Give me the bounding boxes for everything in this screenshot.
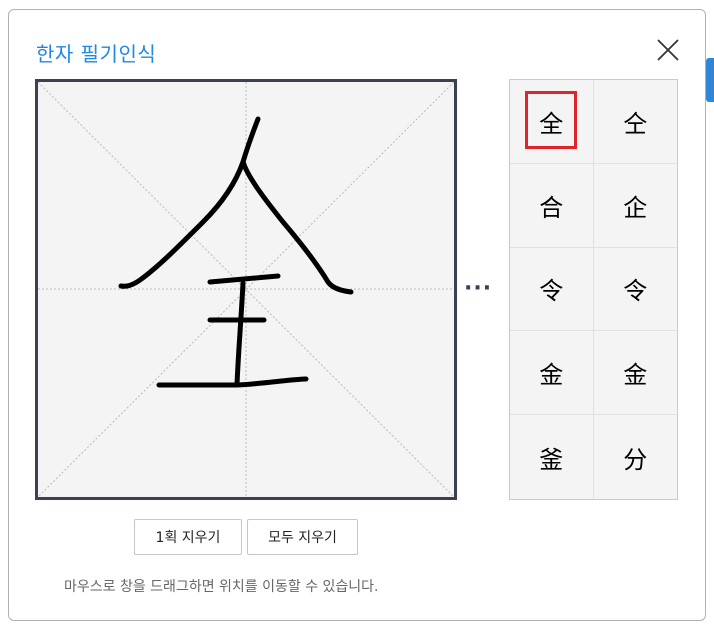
candidate-cell[interactable]: 合	[510, 163, 594, 248]
candidate-cell[interactable]: 全	[510, 80, 594, 164]
candidate-cell[interactable]: 令	[510, 247, 594, 332]
candidate-cell[interactable]: 仝	[593, 80, 677, 164]
drag-hint-text: 마우스로 창을 드래그하면 위치를 이동할 수 있습니다.	[64, 579, 379, 595]
side-tab[interactable]	[706, 58, 714, 102]
candidate-cell[interactable]: 釜	[510, 415, 594, 499]
candidate-char: 金	[623, 361, 648, 390]
candidate-char: 釜	[539, 445, 564, 474]
candidate-char: 令	[623, 277, 648, 306]
candidate-cell[interactable]: 企	[593, 164, 677, 248]
candidate-cell[interactable]: 分	[594, 415, 678, 499]
handwritten-strokes	[118, 116, 354, 388]
candidate-cell[interactable]: 令	[593, 248, 677, 332]
candidate-char: 令	[539, 277, 564, 306]
candidate-char: 金	[539, 361, 564, 390]
candidate-cell[interactable]: 金	[593, 331, 677, 416]
candidate-char: 企	[623, 193, 648, 222]
selection-highlight	[525, 91, 577, 149]
undo-stroke-button[interactable]: 1획 지우기	[134, 519, 242, 555]
candidate-char: 分	[623, 445, 648, 474]
dialog-title: 한자 필기인식	[36, 42, 157, 66]
candidate-grid: 全 仝 合 企 令 令 金 金 釜 分	[509, 79, 678, 500]
candidate-char: 合	[539, 193, 564, 222]
candidate-cell[interactable]: 金	[510, 331, 594, 416]
guide-lines	[38, 82, 454, 497]
clear-all-button[interactable]: 모두 지우기	[247, 519, 358, 555]
drawing-canvas[interactable]	[35, 79, 457, 500]
more-candidates-button[interactable]: ···	[464, 276, 492, 301]
candidate-char: 仝	[623, 109, 648, 138]
close-icon[interactable]	[655, 37, 681, 63]
